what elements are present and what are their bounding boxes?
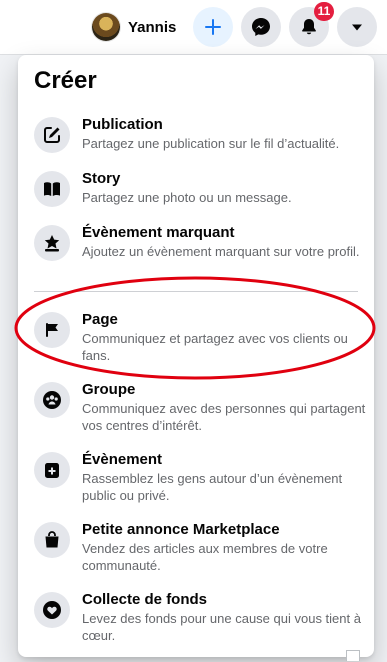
calendar-plus-icon [34,452,70,488]
bell-icon [302,19,316,35]
messenger-icon [252,18,270,36]
menu-title: Créer [34,67,97,94]
plus-icon [205,19,221,35]
menu-item-marketplace-listing[interactable]: Petite annonce Marketplace Vendez des ar… [26,516,366,574]
profile-shortcut[interactable]: Yannis [88,9,184,45]
menu-item-life-event[interactable]: Évènement marquant Ajoutez un évènement … [26,219,366,261]
menu-item-description: Communiquez avec des personnes qui parta… [82,401,366,433]
menu-item-description: Partagez une publication sur le fil d’ac… [82,136,340,151]
menu-item-label: Publication [82,116,163,133]
caret-down-icon [352,24,362,31]
menu-item-publication[interactable]: Publication Partagez une publication sur… [26,111,366,153]
menu-item-description: Vendez des articles aux membres de votre… [82,541,328,573]
annotation-ellipse [14,276,376,380]
profile-name: Yannis [128,18,177,36]
partially-hidden-element [346,650,360,661]
messenger-button[interactable] [241,7,281,47]
heart-hand-icon [34,592,70,628]
group-icon [34,382,70,418]
menu-item-label: Évènement [82,451,163,468]
account-menu-button[interactable] [337,7,377,47]
book-icon [34,171,70,207]
menu-item-label: Petite annonce Marketplace [82,521,280,538]
menu-item-event[interactable]: Évènement Rassemblez les gens autour d’u… [26,446,366,504]
top-navigation-bar: Yannis 11 [0,0,387,55]
menu-item-label: Story [82,170,121,187]
menu-item-story[interactable]: Story Partagez une photo ou un message. [26,165,366,207]
avatar [92,13,120,41]
menu-item-group[interactable]: Groupe Communiquez avec des personnes qu… [26,376,366,434]
menu-item-description: Rassemblez les gens autour d’un évènemen… [82,471,343,503]
create-button[interactable] [193,7,233,47]
notification-count-badge: 11 [314,2,334,21]
menu-item-fundraiser[interactable]: Collecte de fonds Levez des fonds pour u… [26,586,366,644]
menu-item-description: Levez des fonds pour une cause qui vous … [82,611,361,643]
menu-item-label: Collecte de fonds [82,591,208,608]
compose-icon [34,117,70,153]
menu-item-label: Évènement marquant [82,224,235,241]
star-icon [34,225,70,261]
shopping-bag-icon [34,522,70,558]
menu-item-description: Ajoutez un évènement marquant sur votre … [82,244,360,259]
menu-item-description: Partagez une photo ou un message. [82,190,292,205]
